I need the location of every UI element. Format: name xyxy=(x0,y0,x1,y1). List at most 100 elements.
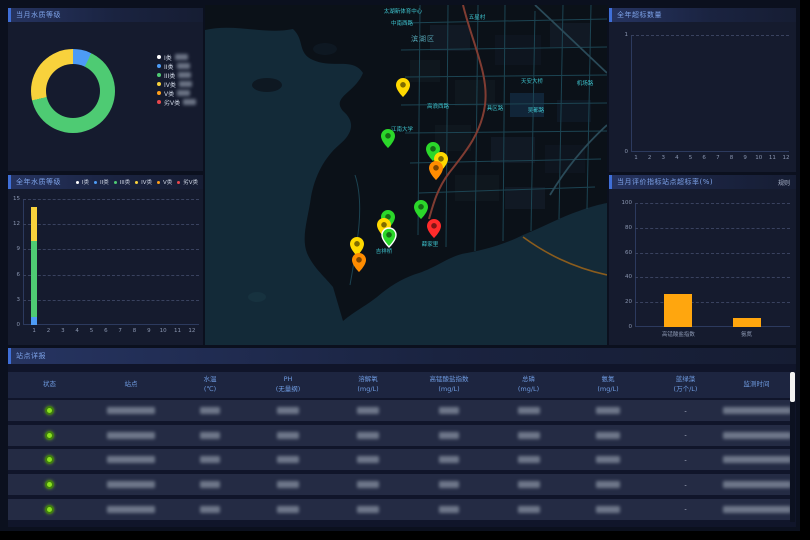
cell-nh3n xyxy=(568,407,648,414)
x-tick-label: 6 xyxy=(104,328,108,334)
cell-station xyxy=(91,432,171,439)
table-row[interactable]: - xyxy=(8,425,790,446)
panel-header: 全年水质等级 I类 II类 III类 IV类 V类 劣V类 xyxy=(8,175,203,189)
dashboard: 当月水质等级 I类 II类 III类 IV类 V类 xyxy=(0,0,810,540)
panel-header: 站点详报 xyxy=(8,348,796,364)
legend-label: II类 xyxy=(100,178,109,186)
legend-label: 劣V类 xyxy=(183,178,198,186)
redacted-value xyxy=(277,481,299,488)
panel-annual-exceed: 全年超标数量 10123456789101112 xyxy=(609,8,796,172)
legend-item[interactable]: IV类 xyxy=(135,179,152,185)
table-column-header[interactable]: 状态 xyxy=(8,380,91,390)
gridline xyxy=(23,300,199,301)
panel-title: 全年水质等级 xyxy=(16,177,61,187)
cell-ph xyxy=(249,506,327,513)
rules-link[interactable]: 规则 xyxy=(778,178,790,187)
gridline xyxy=(635,277,790,278)
rate-plot[interactable]: 020406080100高锰酸盐指数氨氮 xyxy=(635,203,790,327)
table-column-header[interactable]: 氨氮(mg/L) xyxy=(568,375,648,395)
redacted-value xyxy=(596,506,620,513)
x-tick-label: 2 xyxy=(648,155,652,161)
cell-nh3n xyxy=(568,481,648,488)
rate-bar[interactable] xyxy=(664,294,692,327)
legend-label: II类 xyxy=(164,62,174,71)
cell-ph xyxy=(249,407,327,414)
stacked-bar-segment[interactable] xyxy=(31,317,37,325)
map-label: 太湖新体育中心 xyxy=(384,7,423,15)
cell-codmn xyxy=(409,407,489,414)
legend-dot xyxy=(157,100,161,104)
y-tick-label: 0 xyxy=(629,324,636,330)
legend-dot xyxy=(157,64,161,68)
table-column-header[interactable]: 总磷(mg/L) xyxy=(489,375,568,395)
redacted-value xyxy=(357,432,379,439)
cell-dissolved_oxygen xyxy=(327,456,409,463)
table-row[interactable]: - xyxy=(8,400,790,421)
cell-nh3n xyxy=(568,432,648,439)
redacted-value xyxy=(107,456,155,463)
table-scrollbar[interactable] xyxy=(790,372,795,522)
cell-algae: - xyxy=(648,456,723,464)
legend-item[interactable]: 劣V类 xyxy=(177,179,198,185)
legend-item[interactable]: II类 xyxy=(157,63,196,69)
cell-algae: - xyxy=(648,505,723,513)
cell-tp xyxy=(489,481,568,488)
table-column-header[interactable]: PH(无量纲) xyxy=(249,375,327,395)
annual-exceed-plot[interactable]: 10123456789101112 xyxy=(631,35,789,152)
x-tick-label: 10 xyxy=(755,155,762,161)
redacted-value xyxy=(518,481,540,488)
legend-value-redacted xyxy=(183,99,196,105)
redacted-value xyxy=(723,407,791,414)
legend-item[interactable]: V类 xyxy=(157,90,196,96)
table-column-header[interactable]: 高锰酸盐指数(mg/L) xyxy=(409,375,489,395)
x-tick-label: 氨氮 xyxy=(741,330,752,338)
redacted-value xyxy=(518,456,540,463)
legend-item[interactable]: III类 xyxy=(114,179,130,185)
x-tick-label: 5 xyxy=(689,155,693,161)
header-accent xyxy=(609,175,612,189)
table-row[interactable]: - xyxy=(8,499,790,520)
yearbar-legend: I类 II类 III类 IV类 V类 劣V类 xyxy=(76,179,198,185)
table-column-header[interactable]: 蓝绿藻(万个/L) xyxy=(648,375,723,395)
table-column-header[interactable]: 溶解氧(mg/L) xyxy=(327,375,409,395)
legend-item[interactable]: II类 xyxy=(94,179,109,185)
table-column-header[interactable]: 站点 xyxy=(91,380,171,390)
legend-dot xyxy=(157,91,161,95)
stacked-bar-segment[interactable] xyxy=(31,207,37,241)
x-tick-label: 9 xyxy=(147,328,151,334)
table-row[interactable]: - xyxy=(8,449,790,470)
x-tick-label: 12 xyxy=(783,155,790,161)
yearbar-plot[interactable]: 03691215123456789101112 xyxy=(23,199,199,325)
gridline xyxy=(635,253,790,254)
legend-label: V类 xyxy=(164,89,174,98)
legend-item[interactable]: I类 xyxy=(76,179,89,185)
legend-item[interactable]: V类 xyxy=(157,179,172,185)
map-panel[interactable]: 太湖新体育中心中南西路五星村滨湖区天安大桥机场路具区路吴都路高浪西路江南大学薛家… xyxy=(205,5,607,345)
x-tick-label: 3 xyxy=(61,328,65,334)
header-accent xyxy=(8,348,11,364)
legend-item[interactable]: I类 xyxy=(157,54,196,60)
cell-nh3n xyxy=(568,456,648,463)
legend-item[interactable]: III类 xyxy=(157,72,196,78)
table-column-header[interactable]: 监测时间 xyxy=(723,380,790,390)
x-tick-label: 4 xyxy=(675,155,679,161)
cell-temp xyxy=(171,407,249,414)
y-axis xyxy=(23,199,24,325)
table-column-header[interactable]: 水温(℃) xyxy=(171,375,249,395)
y-tick-label: 20 xyxy=(625,299,635,305)
panel-title: 全年超标数量 xyxy=(617,10,662,20)
cell-tp xyxy=(489,456,568,463)
city-map[interactable]: 太湖新体育中心中南西路五星村滨湖区天安大桥机场路具区路吴都路高浪西路江南大学薛家… xyxy=(205,5,607,345)
map-label: 具区路 xyxy=(487,104,504,112)
legend-dot xyxy=(157,82,161,86)
scrollbar-thumb[interactable] xyxy=(790,372,795,402)
legend-item[interactable]: 劣V类 xyxy=(157,99,196,105)
y-tick-label: 0 xyxy=(625,149,632,155)
map-label: 吴都路 xyxy=(528,106,545,114)
stacked-bar-segment[interactable] xyxy=(31,241,37,317)
table-row[interactable]: - xyxy=(8,474,790,495)
map-label: 五星村 xyxy=(469,13,486,21)
legend-dot xyxy=(76,181,79,184)
legend-item[interactable]: IV类 xyxy=(157,81,196,87)
rate-bar[interactable] xyxy=(733,318,761,327)
